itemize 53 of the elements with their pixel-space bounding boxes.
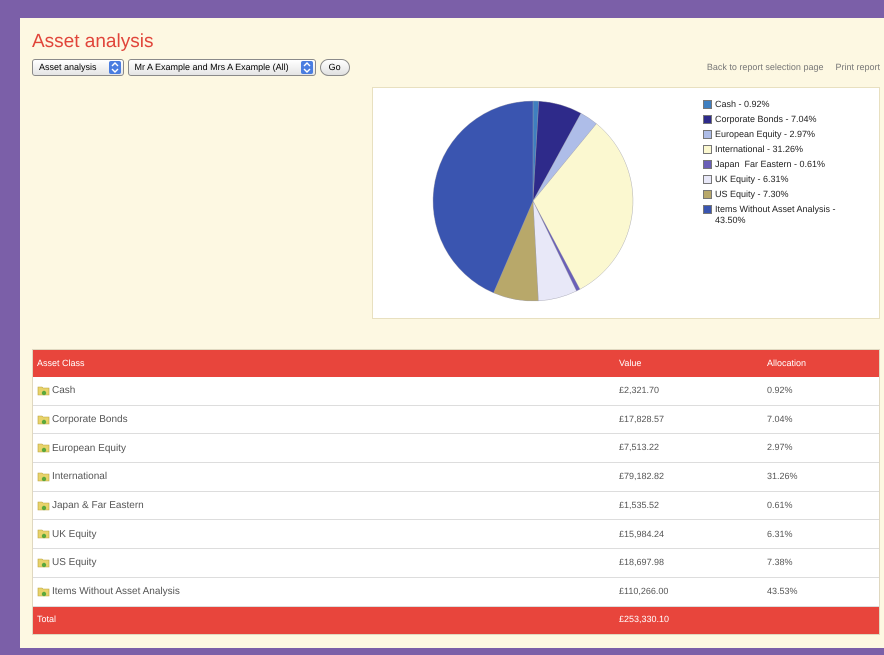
stepper-icon (108, 61, 121, 74)
legend-label: Corporate Bonds - 7.04% (715, 114, 817, 125)
asset-class-cell-text: Japan & Far Eastern (52, 499, 144, 514)
asset-class-cell-text: Corporate Bonds (52, 413, 128, 428)
folder-icon (37, 470, 51, 483)
asset-class-cell-text: US Equity (52, 556, 96, 570)
value-cell-text: £79,182.82 (619, 470, 666, 484)
allocation-cell-text: 2.97% (767, 441, 793, 454)
go-button[interactable]: Go (320, 59, 350, 76)
asset-class-cell-text: European Equity (52, 442, 126, 456)
asset-class-cell-text: International (52, 470, 108, 484)
report-select[interactable]: Asset analysis (32, 59, 124, 76)
legend-label: Cash - 0.92% (715, 99, 770, 110)
report-link[interactable]: Back to report selection page (706, 60, 824, 74)
legend-label: Japan Far Eastern - 0.61% (715, 159, 826, 170)
folder-icon (37, 556, 51, 569)
legend-label: Items Without Asset Analysis - 43.50% (715, 204, 837, 226)
folder-icon (37, 442, 51, 454)
value-cell-text: £15,984.24 (619, 528, 666, 541)
allocation-cell-text: 43.53% (767, 584, 798, 598)
folder-icon (37, 586, 51, 598)
allocation-cell-text: 6.31% (767, 528, 793, 541)
value-cell-text: £1,535.52 (619, 498, 660, 512)
allocation-cell-text: 31.26% (767, 470, 798, 484)
report-link[interactable]: Print report (835, 60, 880, 74)
allocation-cell-text: 7.04% (767, 412, 793, 426)
allocation-cell-text: 0.92% (767, 384, 793, 398)
folder-icon (37, 500, 51, 512)
page-title: Asset analysis (32, 30, 154, 54)
allocation-cell-text: 7.38% (767, 556, 793, 570)
value-cell-text: £17,828.57 (619, 412, 666, 426)
value-cell-text: £18,697.98 (619, 556, 666, 570)
column-header: Allocation (767, 356, 806, 370)
client-select[interactable]: Mr A Example and Mrs A Example (All) (128, 59, 316, 76)
column-header: Value (619, 356, 642, 370)
value-cell-text: £7,513.22 (619, 441, 660, 454)
asset-class-cell-text: Items Without Asset Analysis (52, 585, 180, 600)
stepper-icon (300, 61, 313, 74)
asset-class-cell-text: Cash (52, 384, 76, 398)
value-cell-text: £110,266.00 (619, 584, 670, 598)
allocation-cell-text: 0.61% (767, 498, 793, 512)
total-value: £253,330.10 (619, 613, 670, 626)
legend-label: International - 31.26% (715, 144, 804, 155)
folder-icon (37, 528, 51, 540)
asset-class-cell-text: UK Equity (52, 528, 96, 542)
legend-label: US Equity - 7.30% (715, 189, 789, 200)
folder-icon (37, 414, 51, 426)
value-cell-text: £2,321.70 (619, 384, 660, 398)
legend-label: UK Equity - 6.31% (715, 174, 789, 185)
legend-label: European Equity - 2.97% (715, 129, 816, 140)
column-header: Asset Class (36, 356, 86, 370)
folder-icon (37, 384, 51, 397)
total-label: Total (36, 613, 58, 626)
